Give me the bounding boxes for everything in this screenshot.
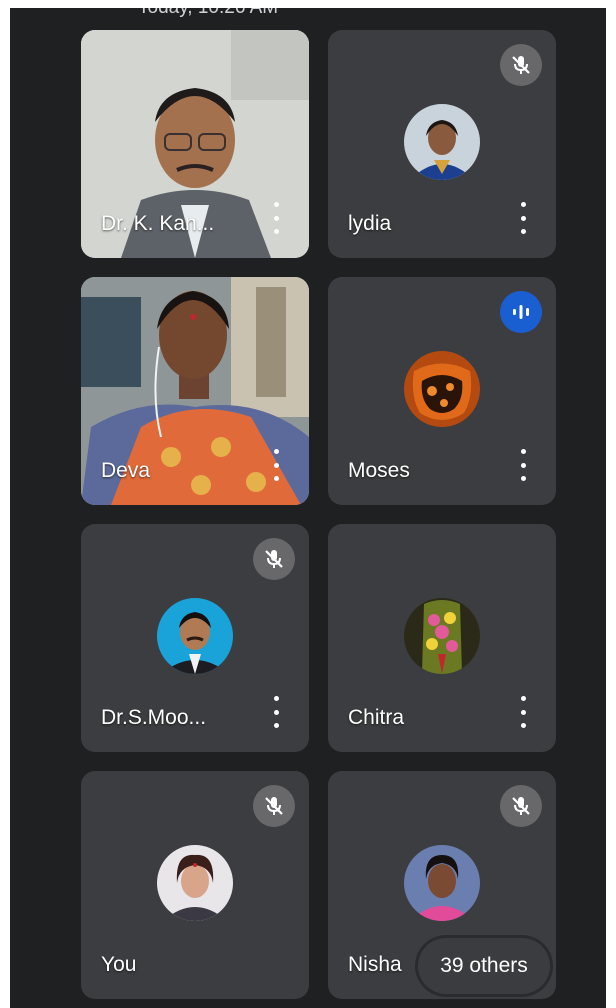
participant-name: Dr.S.Moo... <box>101 706 207 729</box>
mic-off-icon <box>253 538 295 580</box>
participant-name: Nisha <box>348 953 402 976</box>
avatar <box>404 598 480 674</box>
meeting-grid-screen: Today, 10:26 AM Dr. K. Kan... <box>10 8 606 1008</box>
participant-name: Deva <box>101 459 151 482</box>
more-vertical-icon[interactable] <box>516 696 530 728</box>
avatar <box>157 598 233 674</box>
avatar <box>404 845 480 921</box>
participant-tile-deva[interactable]: Deva <box>81 277 309 505</box>
meeting-time: Today, 10:26 AM <box>138 8 278 19</box>
mic-off-icon <box>500 785 542 827</box>
more-vertical-icon[interactable] <box>516 202 530 234</box>
mic-off-icon <box>253 785 295 827</box>
participant-name: You <box>101 953 137 976</box>
participant-name: Chitra <box>348 706 405 729</box>
avatar <box>404 351 480 427</box>
others-count-button[interactable]: 39 others <box>418 938 550 994</box>
participant-name: Moses <box>348 459 410 482</box>
avatar <box>157 845 233 921</box>
avatar <box>404 104 480 180</box>
mic-off-icon <box>500 44 542 86</box>
more-vertical-icon[interactable] <box>269 449 283 481</box>
participant-tile-lydia[interactable]: lydia <box>328 30 556 258</box>
participant-tile-chitra[interactable]: Chitra <box>328 524 556 752</box>
more-vertical-icon[interactable] <box>269 202 283 234</box>
participant-tile-dr-s-moo[interactable]: Dr.S.Moo... <box>81 524 309 752</box>
more-vertical-icon[interactable] <box>516 449 530 481</box>
participant-tile-you[interactable]: You <box>81 771 309 999</box>
participant-name: lydia <box>348 212 392 235</box>
participant-tile-dr-k-kan[interactable]: Dr. K. Kan... <box>81 30 309 258</box>
participant-name: Dr. K. Kan... <box>101 212 215 235</box>
audio-wave-icon <box>500 291 542 333</box>
more-vertical-icon[interactable] <box>269 696 283 728</box>
participant-tile-moses[interactable]: Moses <box>328 277 556 505</box>
